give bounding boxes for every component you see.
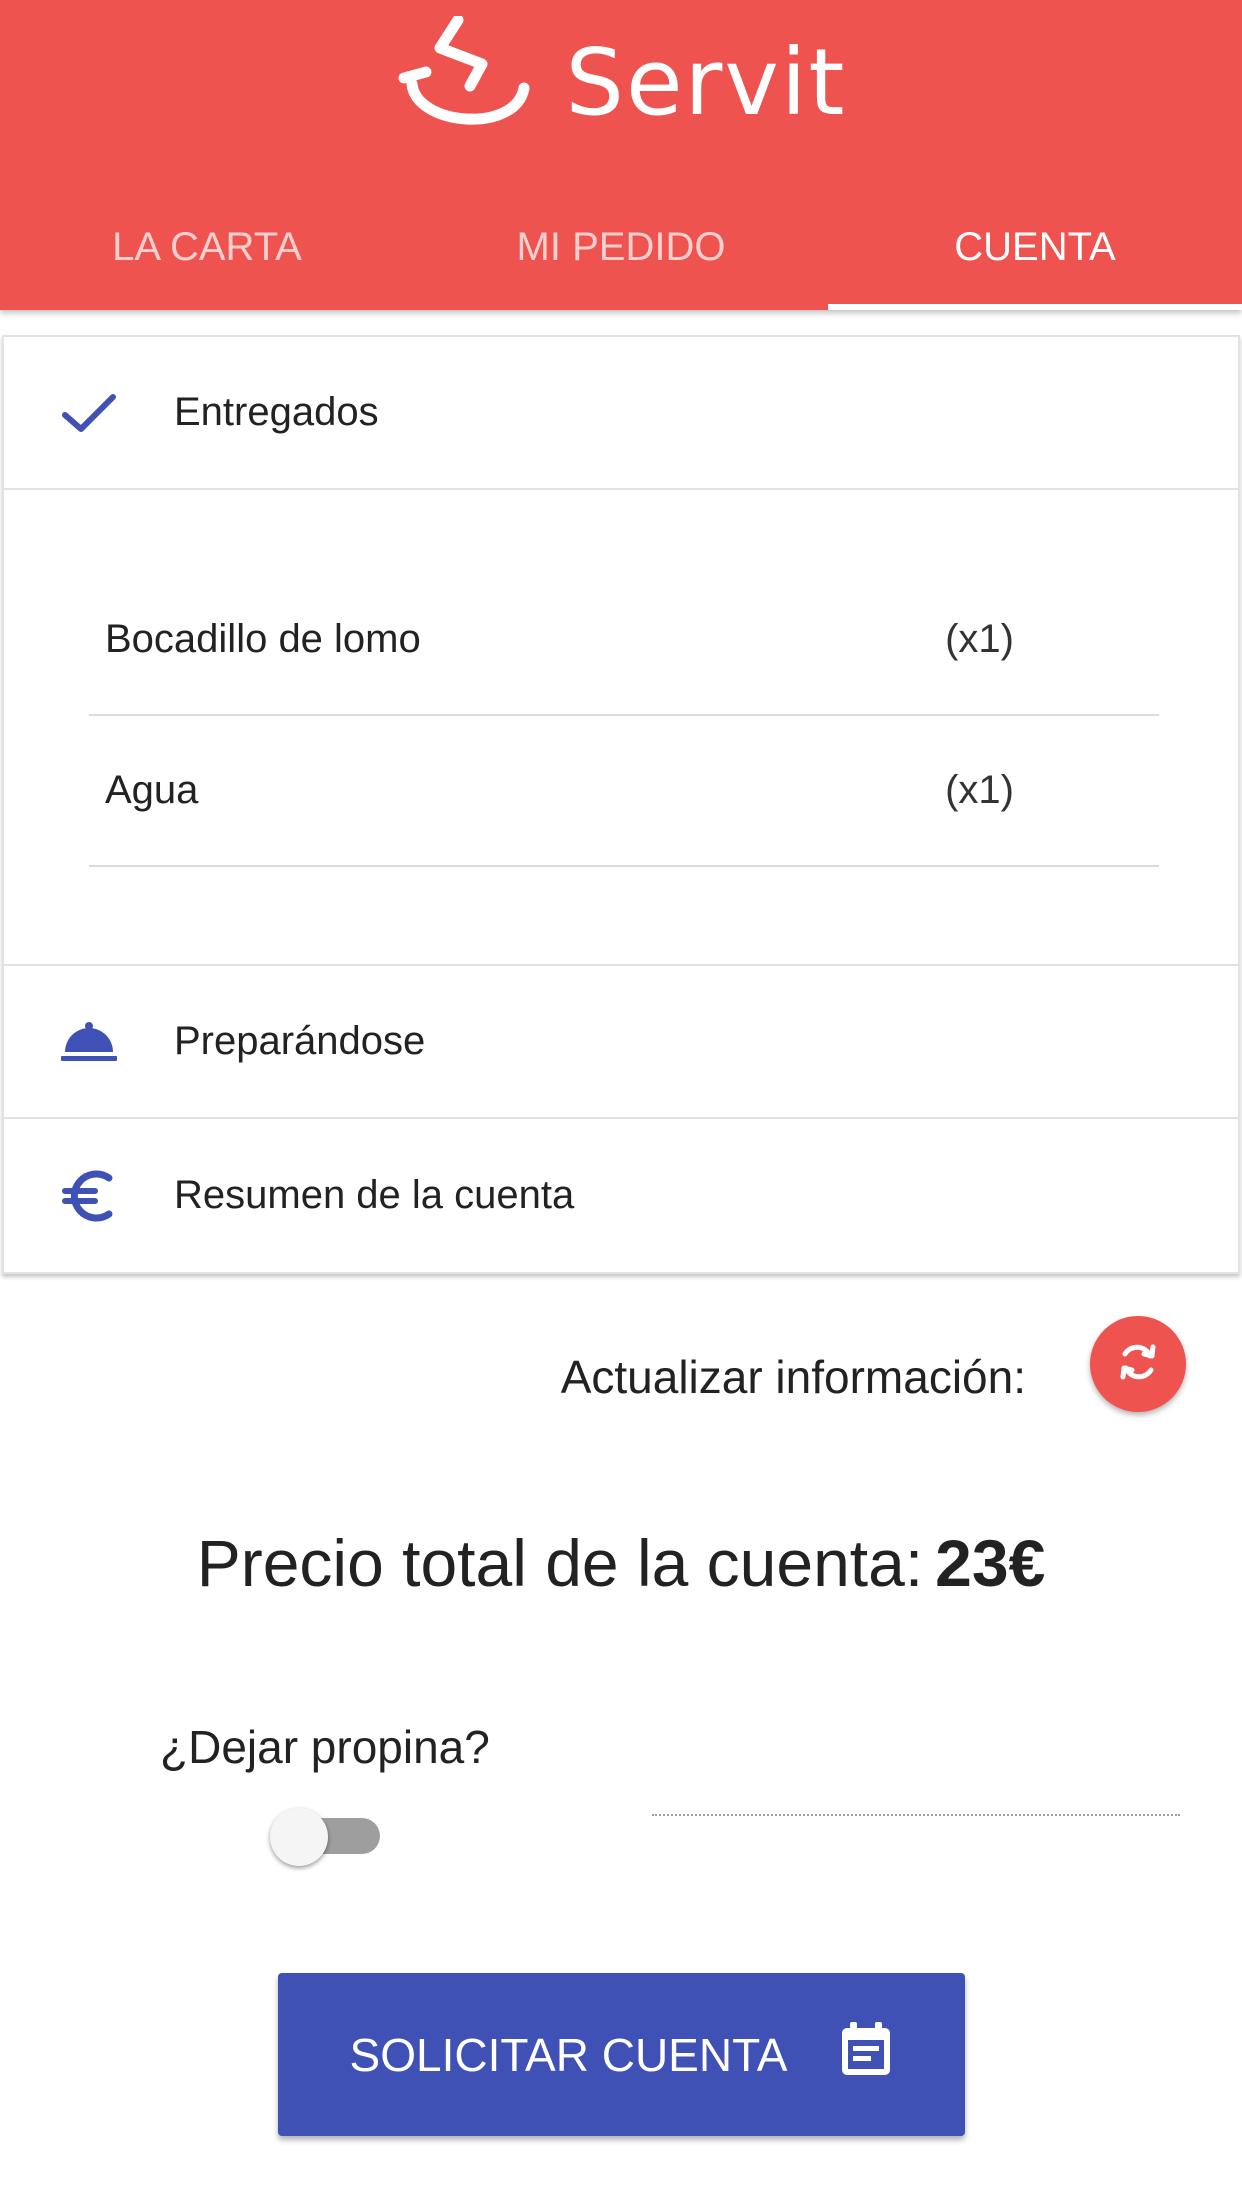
servit-logo-icon xyxy=(396,14,536,149)
total-label: Precio total de la cuenta: xyxy=(196,1526,924,1600)
section-delivered-label: Entregados xyxy=(174,390,379,434)
tab-mi-pedido[interactable]: MI PEDIDO xyxy=(414,195,828,310)
total-price: Precio total de la cuenta: 23€ xyxy=(0,1525,1242,1601)
item-quantity: (x1) xyxy=(945,768,1014,812)
app-header: Servit LA CARTA MI PEDIDO CUENTA xyxy=(0,0,1242,310)
item-name: Bocadillo de lomo xyxy=(105,617,421,661)
toggle-knob xyxy=(270,1808,328,1866)
check-icon xyxy=(4,391,174,435)
cloche-icon xyxy=(4,1020,174,1064)
tab-bar: LA CARTA MI PEDIDO CUENTA xyxy=(0,195,1242,310)
refresh-icon xyxy=(1116,1340,1160,1389)
item-name: Agua xyxy=(105,768,199,812)
delivered-items-list: Bocadillo de lomo (x1) Agua (x1) xyxy=(4,490,1238,966)
request-bill-button[interactable]: SOLICITAR CUENTA xyxy=(278,1973,965,2136)
app-name: Servit xyxy=(565,28,847,136)
refresh-button[interactable] xyxy=(1090,1316,1186,1412)
brand: Servit xyxy=(0,12,1242,152)
section-delivered-header[interactable]: Entregados xyxy=(4,337,1238,490)
list-item: Bocadillo de lomo (x1) xyxy=(89,565,1159,716)
euro-icon xyxy=(4,1168,174,1224)
tab-cuenta[interactable]: CUENTA xyxy=(828,195,1242,310)
list-item: Agua (x1) xyxy=(89,716,1159,867)
section-summary-label: Resumen de la cuenta xyxy=(174,1173,575,1217)
item-quantity: (x1) xyxy=(945,617,1014,661)
tip-toggle[interactable] xyxy=(270,1808,380,1866)
section-preparing-header[interactable]: Preparándose xyxy=(4,966,1238,1119)
section-summary-header[interactable]: Resumen de la cuenta xyxy=(4,1119,1238,1272)
section-preparing-label: Preparándose xyxy=(174,1019,426,1063)
total-value: 23€ xyxy=(935,1526,1046,1600)
tip-label: ¿Dejar propina? xyxy=(160,1721,490,1773)
tip-amount-input[interactable] xyxy=(652,1770,1180,1816)
order-status-accordion: Entregados Bocadillo de lomo (x1) Agua (… xyxy=(2,335,1240,1274)
refresh-label: Actualizar información: xyxy=(560,1351,1026,1403)
tab-la-carta[interactable]: LA CARTA xyxy=(0,195,414,310)
request-bill-label: SOLICITAR CUENTA xyxy=(349,2028,788,2081)
calendar-icon xyxy=(839,2020,893,2089)
